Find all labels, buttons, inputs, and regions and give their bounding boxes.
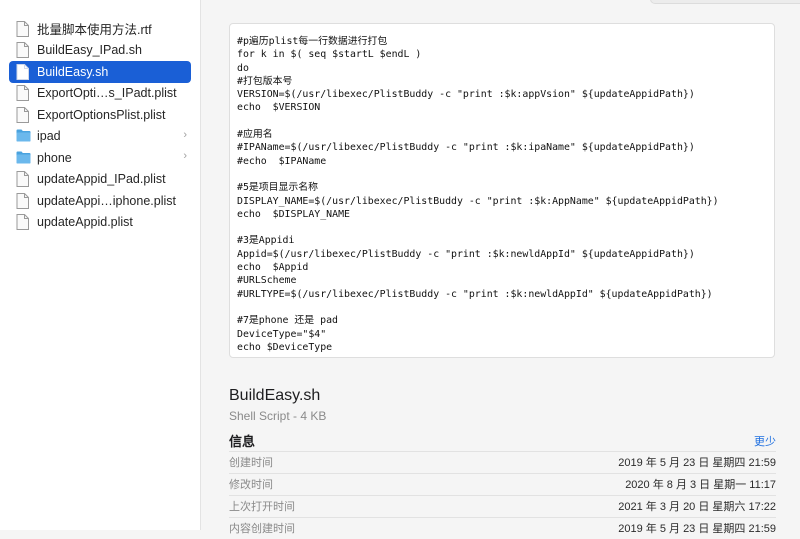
info-row-content-created: 内容创建时间 2019 年 5 月 23 日 星期四 21:59 [229, 517, 776, 539]
file-item-label: ExportOpti…s_IPadt.plist [37, 86, 177, 101]
info-row-created: 创建时间 2019 年 5 月 23 日 星期四 21:59 [229, 451, 776, 473]
document-icon [16, 63, 30, 80]
file-item-rtf[interactable]: 批量脚本使用方法.rtf [9, 18, 191, 40]
file-list-column[interactable]: 批量脚本使用方法.rtf BuildEasy_IPad.sh BuildEasy… [0, 0, 201, 530]
document-icon [16, 20, 30, 37]
document-icon [16, 85, 30, 102]
info-value: 2021 年 3 月 20 日 星期六 17:22 [618, 501, 776, 513]
show-less-link[interactable]: 更少 [754, 433, 776, 449]
file-name-title: BuildEasy.sh [229, 387, 321, 404]
file-item-label: BuildEasy.sh [37, 64, 109, 79]
info-key: 修改时间 [229, 479, 273, 491]
document-icon [16, 106, 30, 123]
file-item-buildeasy-ipad[interactable]: BuildEasy_IPad.sh [9, 40, 191, 62]
document-icon [16, 42, 30, 59]
info-value: 2019 年 5 月 23 日 星期四 21:59 [618, 457, 776, 469]
script-preview-pane[interactable]: #p遍历plist每一行数据进行打包 for k in $( seq $star… [229, 23, 775, 358]
file-item-label: BuildEasy_IPad.sh [37, 43, 142, 58]
file-item-label: 批量脚本使用方法.rtf [37, 23, 152, 38]
file-item-updateappid-ipad[interactable]: updateAppid_IPad.plist [9, 169, 191, 191]
info-value: 2019 年 5 月 23 日 星期四 21:59 [618, 523, 776, 535]
info-key: 创建时间 [229, 457, 273, 469]
document-icon [16, 214, 30, 231]
folder-item-label: phone [37, 150, 72, 165]
file-item-label: ExportOptionsPlist.plist [37, 107, 166, 122]
chevron-right-icon: › [183, 150, 187, 162]
file-item-exportoptions-ipad[interactable]: ExportOpti…s_IPadt.plist [9, 83, 191, 105]
info-value: 2020 年 8 月 3 日 星期一 11:17 [625, 479, 776, 491]
folder-item-label: ipad [37, 129, 61, 144]
document-icon [16, 171, 30, 188]
file-item-label: updateAppi…iphone.plist [37, 193, 176, 208]
file-item-label: updateAppid.plist [37, 215, 133, 230]
folder-item-ipad[interactable]: ipad › [9, 126, 191, 148]
folder-icon [16, 128, 31, 144]
chevron-right-icon: › [183, 128, 187, 141]
file-type-size: Shell Script - 4 KB [229, 409, 327, 423]
window-toolbar-edge [650, 0, 800, 4]
info-key: 内容创建时间 [229, 523, 295, 535]
info-key: 上次打开时间 [229, 501, 295, 513]
script-code-text: #p遍历plist每一行数据进行打包 for k in $( seq $star… [237, 36, 719, 353]
file-item-updateappid[interactable]: updateAppid.plist [9, 212, 191, 234]
file-item-buildeasy-selected[interactable]: BuildEasy.sh [9, 61, 191, 83]
info-row-last-opened: 上次打开时间 2021 年 3 月 20 日 星期六 17:22 [229, 495, 776, 517]
file-item-exportoptions[interactable]: ExportOptionsPlist.plist [9, 104, 191, 126]
file-item-label: updateAppid_IPad.plist [37, 172, 166, 187]
folder-icon [16, 150, 31, 166]
file-item-updateappid-iphone[interactable]: updateAppi…iphone.plist [9, 190, 191, 212]
document-icon [16, 192, 30, 209]
folder-item-phone[interactable]: phone › [9, 147, 191, 169]
info-section-title: 信息 [229, 434, 256, 449]
info-row-modified: 修改时间 2020 年 8 月 3 日 星期一 11:17 [229, 473, 776, 495]
